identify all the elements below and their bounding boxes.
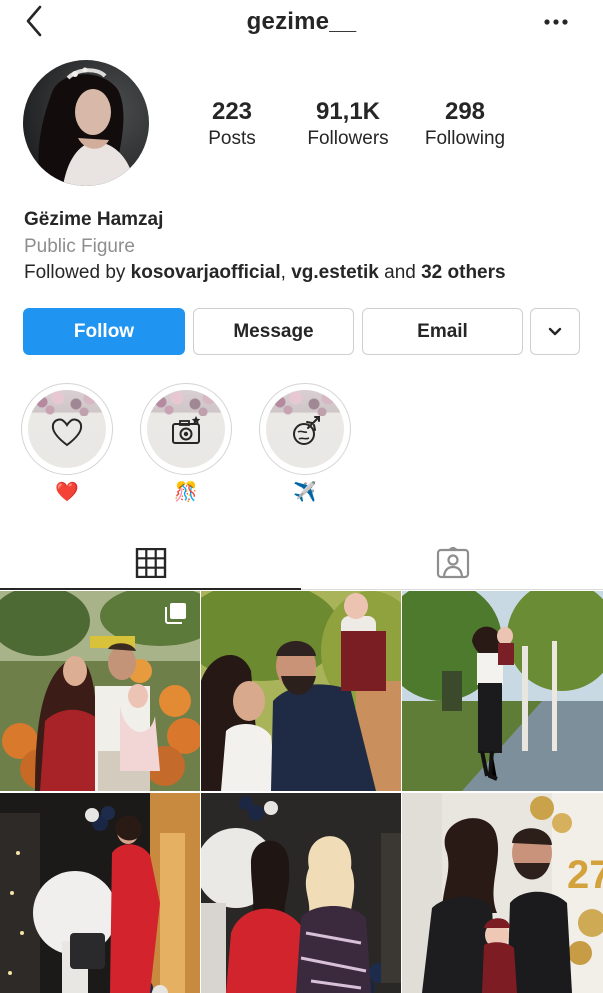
followed-by-text[interactable]: Followed by kosovarjaofficial, vg.esteti… [24, 262, 506, 284]
highlight-1-ring [21, 383, 113, 475]
followed-by-separator: , [280, 262, 292, 283]
post-thumbnail-4[interactable] [0, 793, 200, 993]
tagged-user-icon [436, 547, 469, 579]
post-thumbnail-5[interactable] [201, 793, 401, 993]
highlight-3[interactable]: ✈️ [259, 383, 351, 505]
followers-stat[interactable]: 91,1K Followers [293, 98, 403, 151]
highlight-3-ring [259, 383, 351, 475]
highlight-3-cover [266, 390, 344, 468]
more-options-button[interactable] [538, 6, 574, 36]
following-stat[interactable]: 298 Following [410, 98, 520, 151]
posts-grid: 27 [0, 591, 603, 993]
highlight-1-label: ❤️ [55, 482, 79, 503]
highlight-2-label: 🎊 [174, 482, 198, 503]
followed-by-others[interactable]: 32 others [421, 262, 505, 283]
active-tab-indicator [0, 588, 301, 590]
profile-username: gezime__ [246, 8, 357, 35]
multiple-images-icon [165, 603, 186, 624]
post-thumbnail-6[interactable]: 27 [402, 793, 603, 993]
post-image-3 [402, 591, 603, 791]
highlight-2[interactable]: 🎊 [140, 383, 232, 505]
following-count: 298 [444, 98, 486, 125]
post-image-6: 27 [402, 793, 603, 993]
followed-by-user-2[interactable]: vg.estetik [291, 262, 379, 283]
highlight-1-cover [28, 390, 106, 468]
followed-by-prefix: Followed by [24, 262, 131, 283]
svg-text:27: 27 [567, 853, 603, 897]
posts-count: 223 [211, 98, 253, 125]
followed-by-and: and [378, 262, 422, 283]
highlight-1[interactable]: ❤️ [21, 383, 113, 505]
suggested-dropdown-button[interactable] [530, 308, 580, 355]
tab-posts-grid[interactable] [0, 538, 301, 588]
followers-label: Followers [307, 128, 389, 149]
followers-count: 91,1K [315, 98, 381, 125]
tab-tagged[interactable] [302, 538, 603, 588]
post-thumbnail-1[interactable] [0, 591, 200, 791]
post-thumbnail-3[interactable] [402, 591, 603, 791]
post-image-4 [0, 793, 200, 993]
airplane-globe-icon [293, 416, 320, 445]
post-image-2 [201, 591, 401, 791]
highlight-2-ring [140, 383, 232, 475]
avatar-image [23, 60, 149, 186]
message-button[interactable]: Message [193, 308, 354, 355]
profile-full-name: Gëzime Hamzaj [24, 209, 164, 230]
post-image-5 [201, 793, 401, 993]
chevron-down-icon [548, 327, 562, 335]
posts-label: Posts [208, 128, 256, 149]
posts-stat[interactable]: 223 Posts [177, 98, 287, 151]
highlight-3-label: ✈️ [293, 482, 317, 503]
email-button[interactable]: Email [362, 308, 523, 355]
grid-icon [135, 548, 166, 578]
profile-avatar[interactable] [23, 60, 149, 186]
followed-by-user-1[interactable]: kosovarjaofficial [131, 262, 281, 283]
following-label: Following [424, 128, 506, 149]
post-thumbnail-2[interactable] [201, 591, 401, 791]
profile-category: Public Figure [24, 236, 135, 257]
heart-icon [51, 418, 83, 447]
highlight-2-cover [147, 390, 225, 468]
camera-icon [172, 416, 201, 444]
follow-button[interactable]: Follow [23, 308, 185, 355]
more-horizontal-icon [544, 19, 568, 25]
